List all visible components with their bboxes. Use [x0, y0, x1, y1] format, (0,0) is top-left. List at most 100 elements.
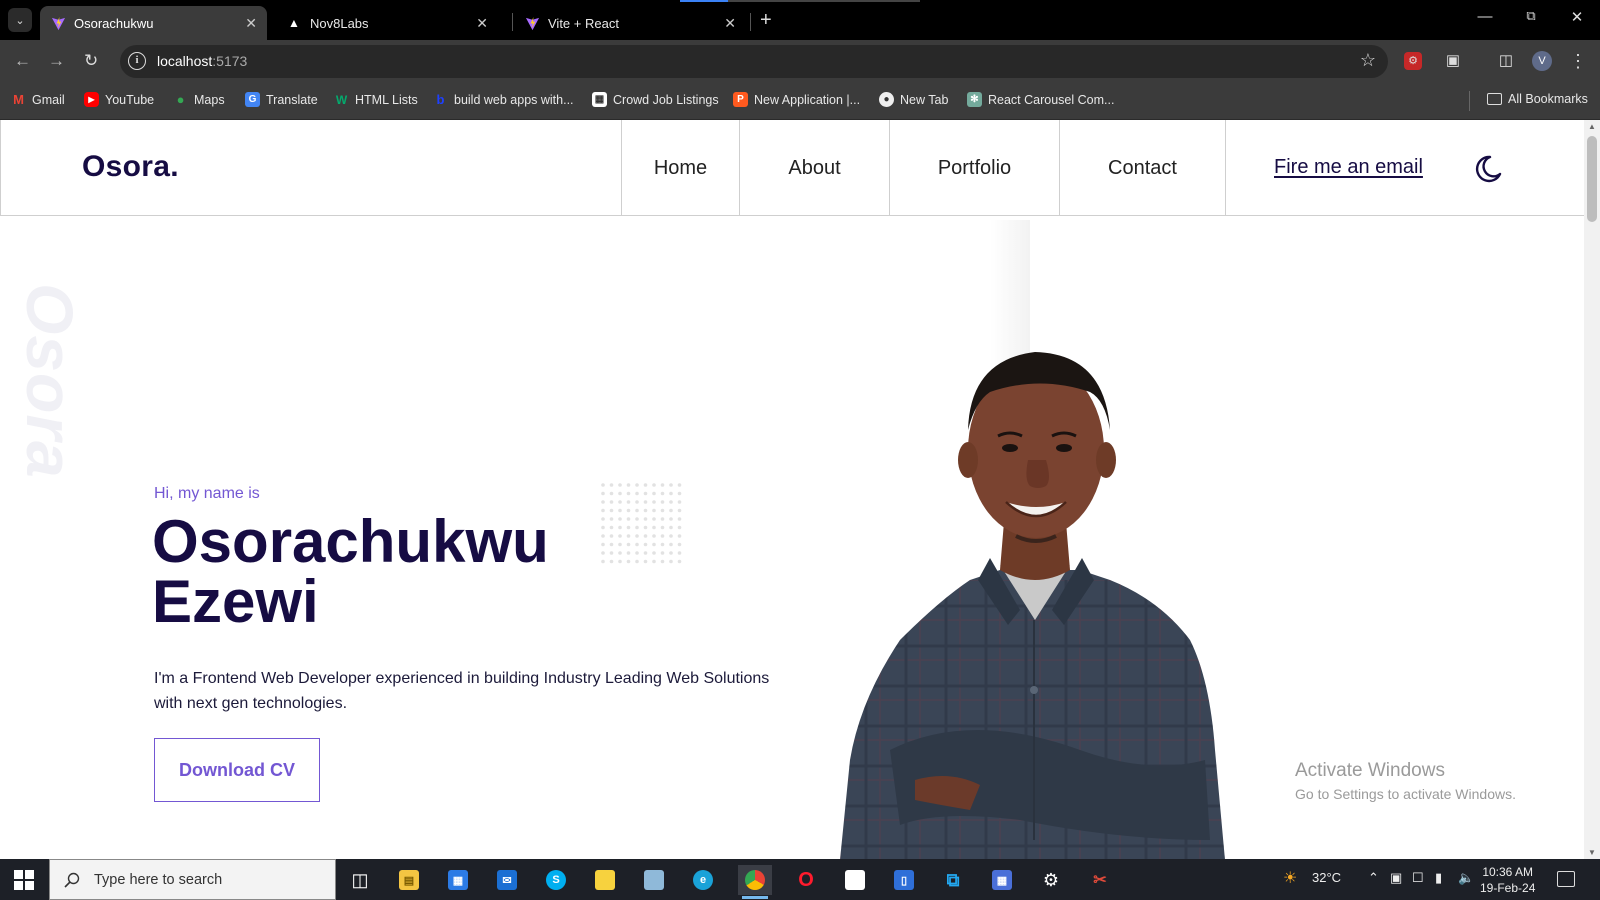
hero-name-line1: Osorachukwu: [152, 508, 549, 575]
close-tab-icon[interactable]: ✕: [476, 15, 488, 32]
youtube-icon: ▶: [84, 92, 99, 107]
mail-icon[interactable]: ✉: [490, 865, 524, 895]
triangle-icon: ▲: [288, 16, 300, 30]
vite-icon: [524, 15, 540, 31]
nav-home[interactable]: Home: [621, 120, 739, 216]
microsoft-store-icon[interactable]: ▦: [441, 865, 475, 895]
notification-icon[interactable]: [1557, 871, 1575, 887]
close-tab-icon[interactable]: ✕: [724, 15, 736, 32]
extensions-puzzle-icon[interactable]: ▣: [1442, 50, 1464, 72]
sticky-notes-icon[interactable]: [588, 865, 622, 895]
url-text[interactable]: localhost:5173: [157, 53, 247, 69]
task-view-icon[interactable]: ◫: [343, 865, 377, 895]
clock-date: 19-Feb-24: [1480, 881, 1536, 895]
menu-kebab-icon[interactable]: ⋮: [1567, 50, 1589, 72]
browser-tab-strip: ⌄ Osorachukwu ✕ ▲ Nov8Labs ✕ Vite + Reac…: [0, 0, 1600, 40]
tray-network-icon[interactable]: ☐: [1412, 870, 1424, 886]
nav-portfolio[interactable]: Portfolio: [889, 120, 1059, 216]
bookmark-label: Maps: [194, 92, 225, 107]
download-cv-button[interactable]: Download CV: [154, 738, 320, 802]
edge-icon[interactable]: e: [686, 865, 720, 895]
portrait-photo: [840, 352, 1225, 859]
skype-icon[interactable]: S: [539, 865, 573, 895]
moon-icon[interactable]: [1473, 154, 1503, 184]
all-bookmarks-folder[interactable]: All Bookmarks: [1487, 92, 1588, 106]
side-panel-icon[interactable]: ◫: [1495, 50, 1517, 72]
close-window-icon[interactable]: ✕: [1562, 8, 1592, 26]
site-logo[interactable]: Osora.: [82, 150, 179, 184]
restore-icon[interactable]: ⧉: [1516, 8, 1546, 24]
tray-chevron-up-icon[interactable]: ⌃: [1368, 870, 1379, 886]
tab-osorachukwu[interactable]: Osorachukwu ✕: [40, 6, 267, 40]
weather-icon[interactable]: ☀: [1283, 868, 1297, 888]
bookmark-translate[interactable]: G Translate: [245, 92, 318, 107]
nav-about[interactable]: About: [739, 120, 889, 216]
bookmark-new-tab[interactable]: ● New Tab: [879, 92, 948, 107]
profile-avatar[interactable]: V: [1532, 51, 1552, 71]
address-bar[interactable]: i localhost:5173 ☆: [120, 45, 1388, 78]
activate-subtitle: Go to Settings to activate Windows.: [1295, 786, 1516, 802]
loading-indicator: [680, 0, 920, 2]
weather-temp[interactable]: 32°C: [1312, 870, 1341, 885]
tab-title: Nov8Labs: [310, 15, 369, 31]
bookmark-star-icon[interactable]: ☆: [1360, 50, 1376, 71]
email-link[interactable]: Fire me an email: [1274, 156, 1423, 179]
calculator-icon[interactable]: ▦: [985, 865, 1019, 895]
bookmark-react-carousel[interactable]: ✻ React Carousel Com...: [967, 92, 1114, 107]
tab-vite-react[interactable]: Vite + React ✕: [514, 6, 746, 40]
opera-icon[interactable]: O: [789, 865, 823, 895]
clock-time: 10:36 AM: [1482, 865, 1534, 879]
bookmark-maps[interactable]: ● Maps: [173, 92, 225, 107]
nav-divider: [1225, 120, 1226, 216]
openai-icon: ✻: [967, 92, 982, 107]
chrome-icon[interactable]: [738, 865, 772, 899]
tab-nov8labs[interactable]: ▲ Nov8Labs ✕: [276, 6, 498, 40]
forward-arrow-icon[interactable]: →: [48, 51, 65, 71]
minimize-icon[interactable]: —: [1470, 8, 1500, 25]
bookmark-label: Crowd Job Listings: [613, 92, 719, 107]
bookmark-divider: [1469, 91, 1470, 111]
snipping-tool-icon[interactable]: ✂: [1083, 865, 1117, 895]
scroll-down-arrow-icon[interactable]: ▼: [1588, 848, 1596, 857]
page-scrollbar[interactable]: ▲ ▼: [1584, 120, 1600, 859]
windows-taskbar: Type here to search ◫ ▤ ▦ ✉ S e O ▯ ⧉ ▦ …: [0, 859, 1600, 900]
globe-icon: ●: [879, 92, 894, 107]
volume-icon[interactable]: 🔈: [1458, 870, 1474, 886]
back-arrow-icon[interactable]: ←: [14, 51, 31, 71]
tray-app-icon[interactable]: ▣: [1390, 870, 1402, 886]
extension-red-icon[interactable]: ⚙: [1404, 52, 1422, 70]
folder-icon: [1487, 93, 1502, 105]
file-explorer-icon[interactable]: ▤: [392, 865, 426, 895]
bookmark-html-lists[interactable]: W HTML Lists: [334, 92, 418, 107]
application-icon: P: [733, 92, 748, 107]
battery-icon[interactable]: ▮: [1435, 870, 1442, 886]
close-tab-icon[interactable]: ✕: [245, 15, 257, 32]
scroll-up-arrow-icon[interactable]: ▲: [1588, 122, 1596, 131]
taskbar-clock[interactable]: 10:36 AM 19-Feb-24: [1480, 864, 1535, 896]
hero-name: Osorachukwu Ezewi: [152, 512, 549, 632]
bookmark-youtube[interactable]: ▶ YouTube: [84, 92, 154, 107]
document-icon[interactable]: [838, 865, 872, 895]
translate-icon: G: [245, 92, 260, 107]
notepad-app-icon[interactable]: [637, 865, 671, 895]
bookmark-bubble[interactable]: b build web apps with...: [433, 92, 574, 107]
hero-description: I'm a Frontend Web Developer experienced…: [154, 670, 770, 712]
bookmark-crowd-jobs[interactable]: ▦ Crowd Job Listings: [592, 92, 719, 107]
vertical-watermark-text: Osora: [13, 283, 87, 479]
app-blue-icon[interactable]: ▯: [887, 865, 921, 895]
windows-start-icon[interactable]: [14, 870, 34, 890]
browser-toolbar: ← → ↻ i localhost:5173 ☆ ⚙ ▣ ◫ ⋮: [0, 40, 1600, 83]
taskbar-search-box[interactable]: Type here to search: [49, 859, 336, 900]
site-info-icon[interactable]: i: [128, 52, 146, 70]
scroll-thumb[interactable]: [1587, 136, 1597, 222]
new-tab-plus-icon[interactable]: +: [760, 9, 772, 32]
bookmark-label: build web apps with...: [454, 92, 574, 107]
reload-icon[interactable]: ↻: [84, 51, 98, 71]
bookmark-gmail[interactable]: M Gmail: [11, 92, 65, 107]
bookmark-new-application[interactable]: P New Application |...: [733, 92, 860, 107]
nav-contact[interactable]: Contact: [1059, 120, 1225, 216]
tab-search-button[interactable]: ⌄: [8, 8, 32, 32]
settings-gear-icon[interactable]: ⚙: [1034, 865, 1068, 895]
vscode-icon[interactable]: ⧉: [936, 865, 970, 895]
crowd-icon: ▦: [592, 92, 607, 107]
